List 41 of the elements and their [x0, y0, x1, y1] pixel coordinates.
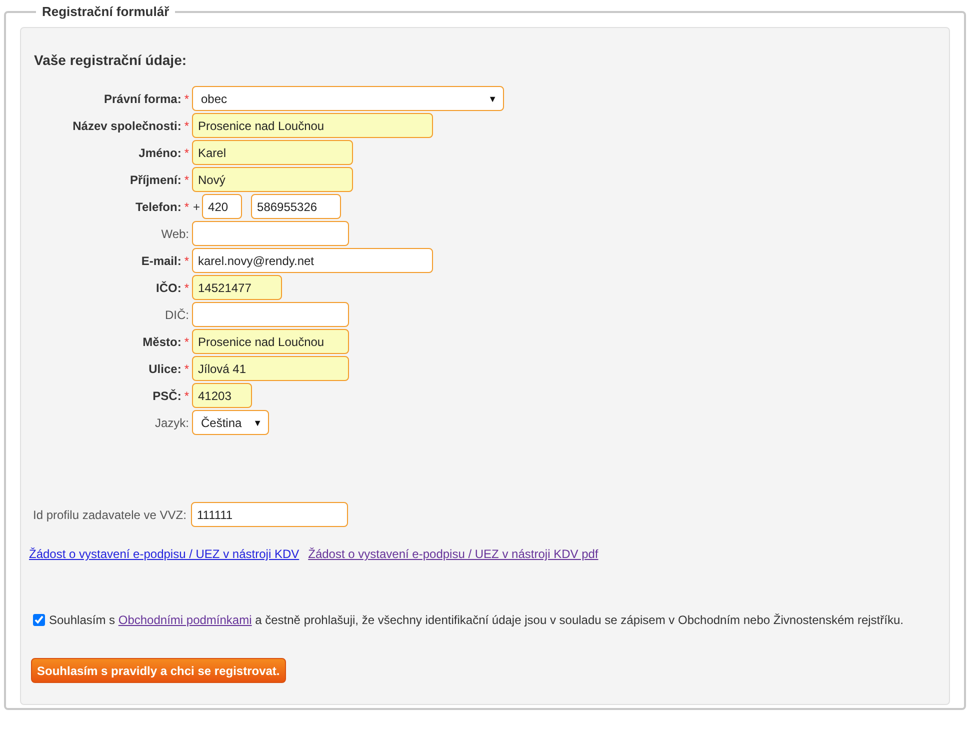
field-label: PSČ: *: [152, 388, 189, 402]
agree-checkbox[interactable]: [33, 614, 45, 626]
input-field[interactable]: 111111: [191, 502, 348, 527]
field-label: E-mail: *: [141, 254, 189, 268]
dropdown-value: obec: [201, 92, 228, 106]
input-field[interactable]: Jílová 41: [192, 356, 349, 381]
dropdown[interactable]: obec ▼: [192, 86, 504, 111]
field-label: Id profilu zadavatele ve VVZ:: [33, 508, 188, 522]
terms-link[interactable]: Obchodními podmínkami: [118, 613, 252, 627]
link[interactable]: Žádost o vystavení e-podpisu / UEZ v nástroji KDV pdf: [308, 547, 598, 561]
link[interactable]: Žádost o vystavení e-podpisu / UEZ v nástroji KDV: [29, 547, 300, 561]
input-field[interactable]: karel.novy@rendy.net: [192, 248, 433, 273]
agreement-text: Souhlasím s Obchodními podmínkami a čestně prohlašuji, že všechny identifikační údaje jsou v souladu se zápisem v Obchodním nebo Živnostenském rejstříku.: [49, 613, 904, 627]
input-field[interactable]: Prosenice nad Loučnou: [192, 113, 433, 138]
dropdown-arrow-icon: ▼: [253, 418, 262, 428]
input-field[interactable]: Karel: [192, 140, 353, 165]
section-heading: Vaše registrační údaje:: [33, 52, 188, 68]
field-label: Právní forma: *: [104, 92, 189, 106]
input-field[interactable]: [192, 221, 349, 246]
dropdown-arrow-icon: ▼: [488, 94, 497, 104]
phone-prefix: +: [193, 200, 200, 214]
input-field[interactable]: [192, 302, 349, 327]
field-label: Příjmení: *: [130, 172, 189, 186]
dropdown-value: Čeština: [201, 416, 242, 430]
field-label: IČO: *: [156, 280, 189, 294]
input-field[interactable]: Prosenice nad Loučnou: [192, 329, 349, 354]
field-label: Jméno: *: [138, 146, 189, 160]
form-title: Registrační formulář: [41, 4, 170, 19]
field-label: DIČ:: [165, 308, 189, 322]
field-label: Název společnosti: *: [72, 118, 189, 132]
field-label: Web:: [161, 226, 189, 240]
field-label: Jazyk:: [154, 416, 189, 430]
input-field[interactable]: 14521477: [192, 275, 282, 300]
phone-field[interactable]: 586955326: [251, 194, 342, 219]
country-code-field[interactable]: 420: [202, 194, 242, 219]
input-field[interactable]: Nový: [192, 167, 353, 192]
input-field[interactable]: 41203: [192, 383, 252, 408]
field-label: Město: *: [142, 334, 189, 348]
dropdown[interactable]: Čeština ▼: [192, 410, 269, 435]
field-label: Ulice: *: [148, 362, 189, 376]
field-label: Telefon: *: [136, 200, 189, 214]
